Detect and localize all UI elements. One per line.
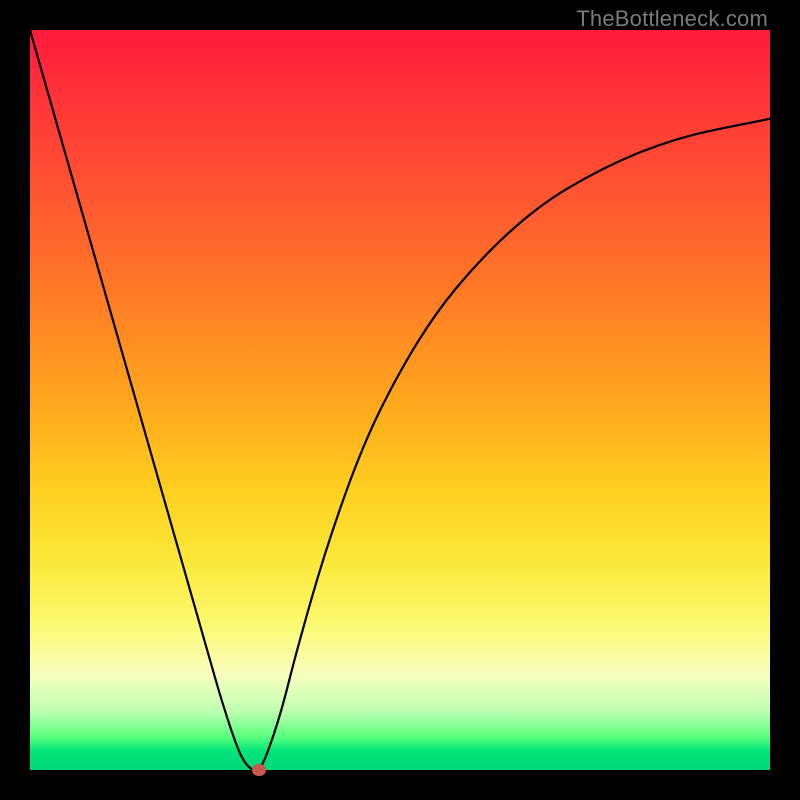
chart-frame: TheBottleneck.com [0, 0, 800, 800]
watermark-text: TheBottleneck.com [576, 6, 768, 32]
curve-path [30, 30, 770, 770]
plot-area [30, 30, 770, 770]
bottleneck-curve [30, 30, 770, 770]
optimal-point-marker [252, 764, 266, 776]
